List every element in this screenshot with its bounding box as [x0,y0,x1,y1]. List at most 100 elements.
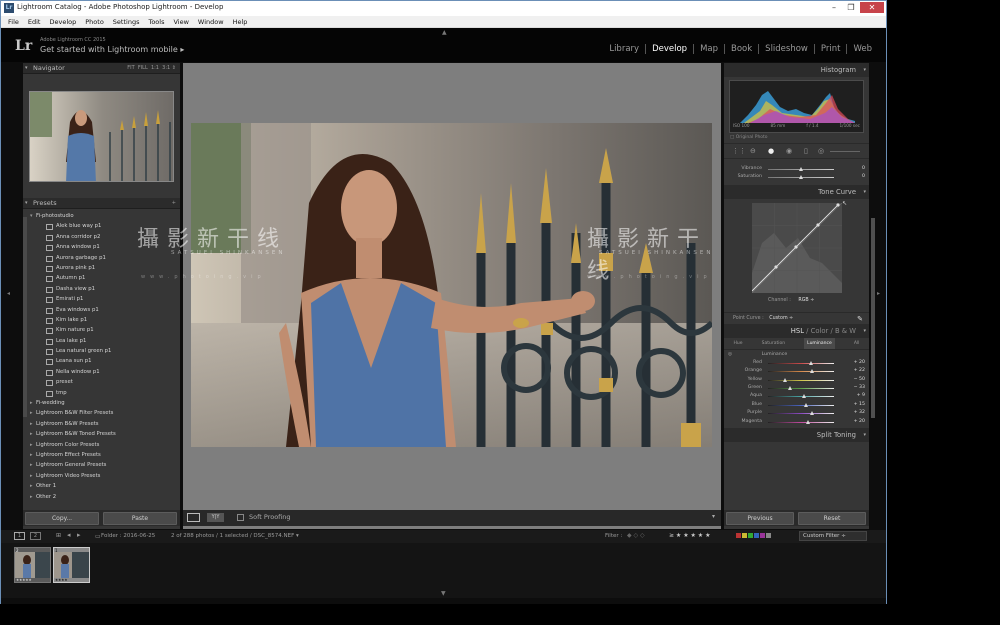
soft-proofing-checkbox[interactable] [237,514,244,521]
preset-folder[interactable]: Other 1 [23,481,180,492]
preset-folder[interactable]: Lightroom B&W Filter Presets [23,408,180,419]
bw-tab[interactable]: B & W [835,327,856,335]
hsl-track[interactable] [768,387,834,389]
preset-folder[interactable]: Lightroom B&W Presets [23,419,180,430]
hsl-value[interactable]: + 15 [854,402,865,407]
hsl-value[interactable]: + 20 [854,419,865,424]
hsl-value[interactable]: + 20 [854,360,865,365]
channel-select[interactable]: RGB ÷ [798,298,814,303]
color-tab[interactable]: Color [811,327,829,335]
before-after-icon[interactable]: Y|Y [207,513,224,522]
hsl-value[interactable]: + 32 [854,410,865,415]
previous-button[interactable]: Previous [726,512,794,525]
bottom-panel-toggle-icon[interactable]: ▼ [441,590,446,597]
histogram-header[interactable]: Histogram ▾ [724,63,869,77]
zoom-fit[interactable]: FIT [127,65,134,71]
preset-item[interactable]: Kim nature p1 [23,325,180,335]
filmstrip-thumb-2-selected[interactable]: 1 ★★★★ [53,547,90,583]
paste-button[interactable]: Paste [103,512,177,525]
tone-curve-header[interactable]: Tone Curve ▾ [724,184,869,199]
hsl-value[interactable]: − 33 [854,385,865,390]
preset-item[interactable]: Lea natural green p1 [23,346,180,356]
zoom-3-1[interactable]: 3:1 ⇕ [162,65,176,71]
copy-button[interactable]: Copy... [25,512,99,525]
module-library[interactable]: Library [603,44,645,54]
preset-item[interactable]: Kim lake p1 [23,315,180,325]
flag-filter-icons[interactable]: ◆ ◇ ◇ [627,532,645,539]
module-slideshow[interactable]: Slideshow [758,44,814,54]
slider-value[interactable]: 0 [862,174,865,179]
subtab-luminance[interactable]: Luminance [804,337,835,349]
maximize-button[interactable]: ❐ [843,2,859,13]
preset-folder[interactable]: Fi-wedding [23,398,180,409]
module-web[interactable]: Web [846,44,878,54]
color-label-filter[interactable] [736,533,792,540]
hsl-header[interactable]: HSL / Color / B & W ▾ [724,323,869,338]
reset-button[interactable]: Reset [798,512,866,525]
menu-view[interactable]: View [173,16,188,27]
menu-help[interactable]: Help [233,16,248,27]
add-preset-icon[interactable]: + [172,198,176,209]
menu-window[interactable]: Window [198,16,224,27]
presets-header[interactable]: ▾ Presets + [23,198,180,209]
hsl-thumb[interactable] [782,377,787,382]
hsl-tab[interactable]: HSL [791,327,804,335]
tone-curve-graph[interactable] [752,202,842,293]
graduated-filter-icon[interactable]: ▯ [804,147,808,155]
crop-tool-icon[interactable]: ⊖ [750,147,756,155]
photo-count[interactable]: 2 of 288 photos / 1 selected / DSC_8574.… [171,533,299,539]
develop-photo[interactable] [191,123,712,447]
hsl-thumb[interactable] [804,402,809,407]
preset-folder[interactable]: Lightroom Effect Presets [23,450,180,461]
hsl-thumb[interactable] [788,385,793,390]
toolbar-menu-icon[interactable]: ▾ [712,513,715,520]
hsl-thumb[interactable] [809,369,814,374]
hsl-track[interactable] [768,362,834,364]
subtab-saturation[interactable]: Saturation [762,338,785,349]
menu-develop[interactable]: Develop [49,16,76,27]
red-eye-icon[interactable]: ◉ [786,147,792,155]
original-photo-row[interactable]: □ Original Photo [724,133,869,143]
navigator-preview[interactable] [29,91,174,182]
radial-filter-icon[interactable]: ◎ [818,147,824,155]
subtab-hue[interactable]: Hue [734,338,743,349]
screen-2-button[interactable]: 2 [30,532,41,540]
hsl-track[interactable] [768,379,834,381]
navigator-header[interactable]: ▾ Navigator FIT FILL 1:1 3:1 ⇕ [23,63,180,74]
menu-settings[interactable]: Settings [113,16,140,27]
preset-item[interactable]: Lea lake p1 [23,336,180,346]
menu-edit[interactable]: Edit [28,16,41,27]
preset-item[interactable]: Dasha view p1 [23,284,180,294]
hsl-track[interactable] [768,413,834,415]
slider-thumb[interactable] [799,167,803,171]
right-panel-toggle-icon[interactable]: ▸ [877,290,880,297]
module-map[interactable]: Map [693,44,724,54]
screen-1-button[interactable]: 1 [14,532,25,540]
split-toning-header[interactable]: Split Toning ▾ [724,427,869,442]
preset-item[interactable]: tmp [23,388,180,398]
left-panel-toggle-icon[interactable]: ◂ [7,290,10,297]
channel-row[interactable]: Channel : RGB ÷ [768,298,814,303]
brush-slider[interactable] [830,151,860,152]
preset-item[interactable]: Eva windows p1 [23,305,180,315]
module-book[interactable]: Book [724,44,758,54]
right-panel-scrollbar[interactable] [871,218,875,418]
preset-folder[interactable]: Lightroom Color Presets [23,440,180,451]
main-image-area[interactable]: 攝影新干线 SATSUEI SHINKANSEN www.photoing.vi… [137,63,721,529]
preset-folder[interactable]: Fi-photostudio [23,211,180,222]
custom-filter-select[interactable]: Custom Filter ÷ [799,531,867,541]
preset-folder[interactable]: Lightroom General Presets [23,460,180,471]
zoom-1-1[interactable]: 1:1 [151,65,159,71]
loupe-view-icon[interactable] [187,513,200,522]
module-develop[interactable]: Develop [645,44,693,54]
folder-path[interactable]: Folder : 2016-06-25 [101,533,155,539]
hsl-value[interactable]: + 22 [854,368,865,373]
presets-scrollbar[interactable] [23,217,27,417]
rating-filter[interactable]: ≥ ★ ★ ★ ★ ★ [669,532,710,539]
module-print[interactable]: Print [813,44,847,54]
menu-photo[interactable]: Photo [85,16,104,27]
hsl-value[interactable]: − 50 [854,377,865,382]
preset-folder[interactable]: Lightroom Video Presets [23,471,180,482]
spot-removal-icon[interactable]: ● [768,147,774,155]
grid-view-icon[interactable]: ⊞ [56,532,61,539]
